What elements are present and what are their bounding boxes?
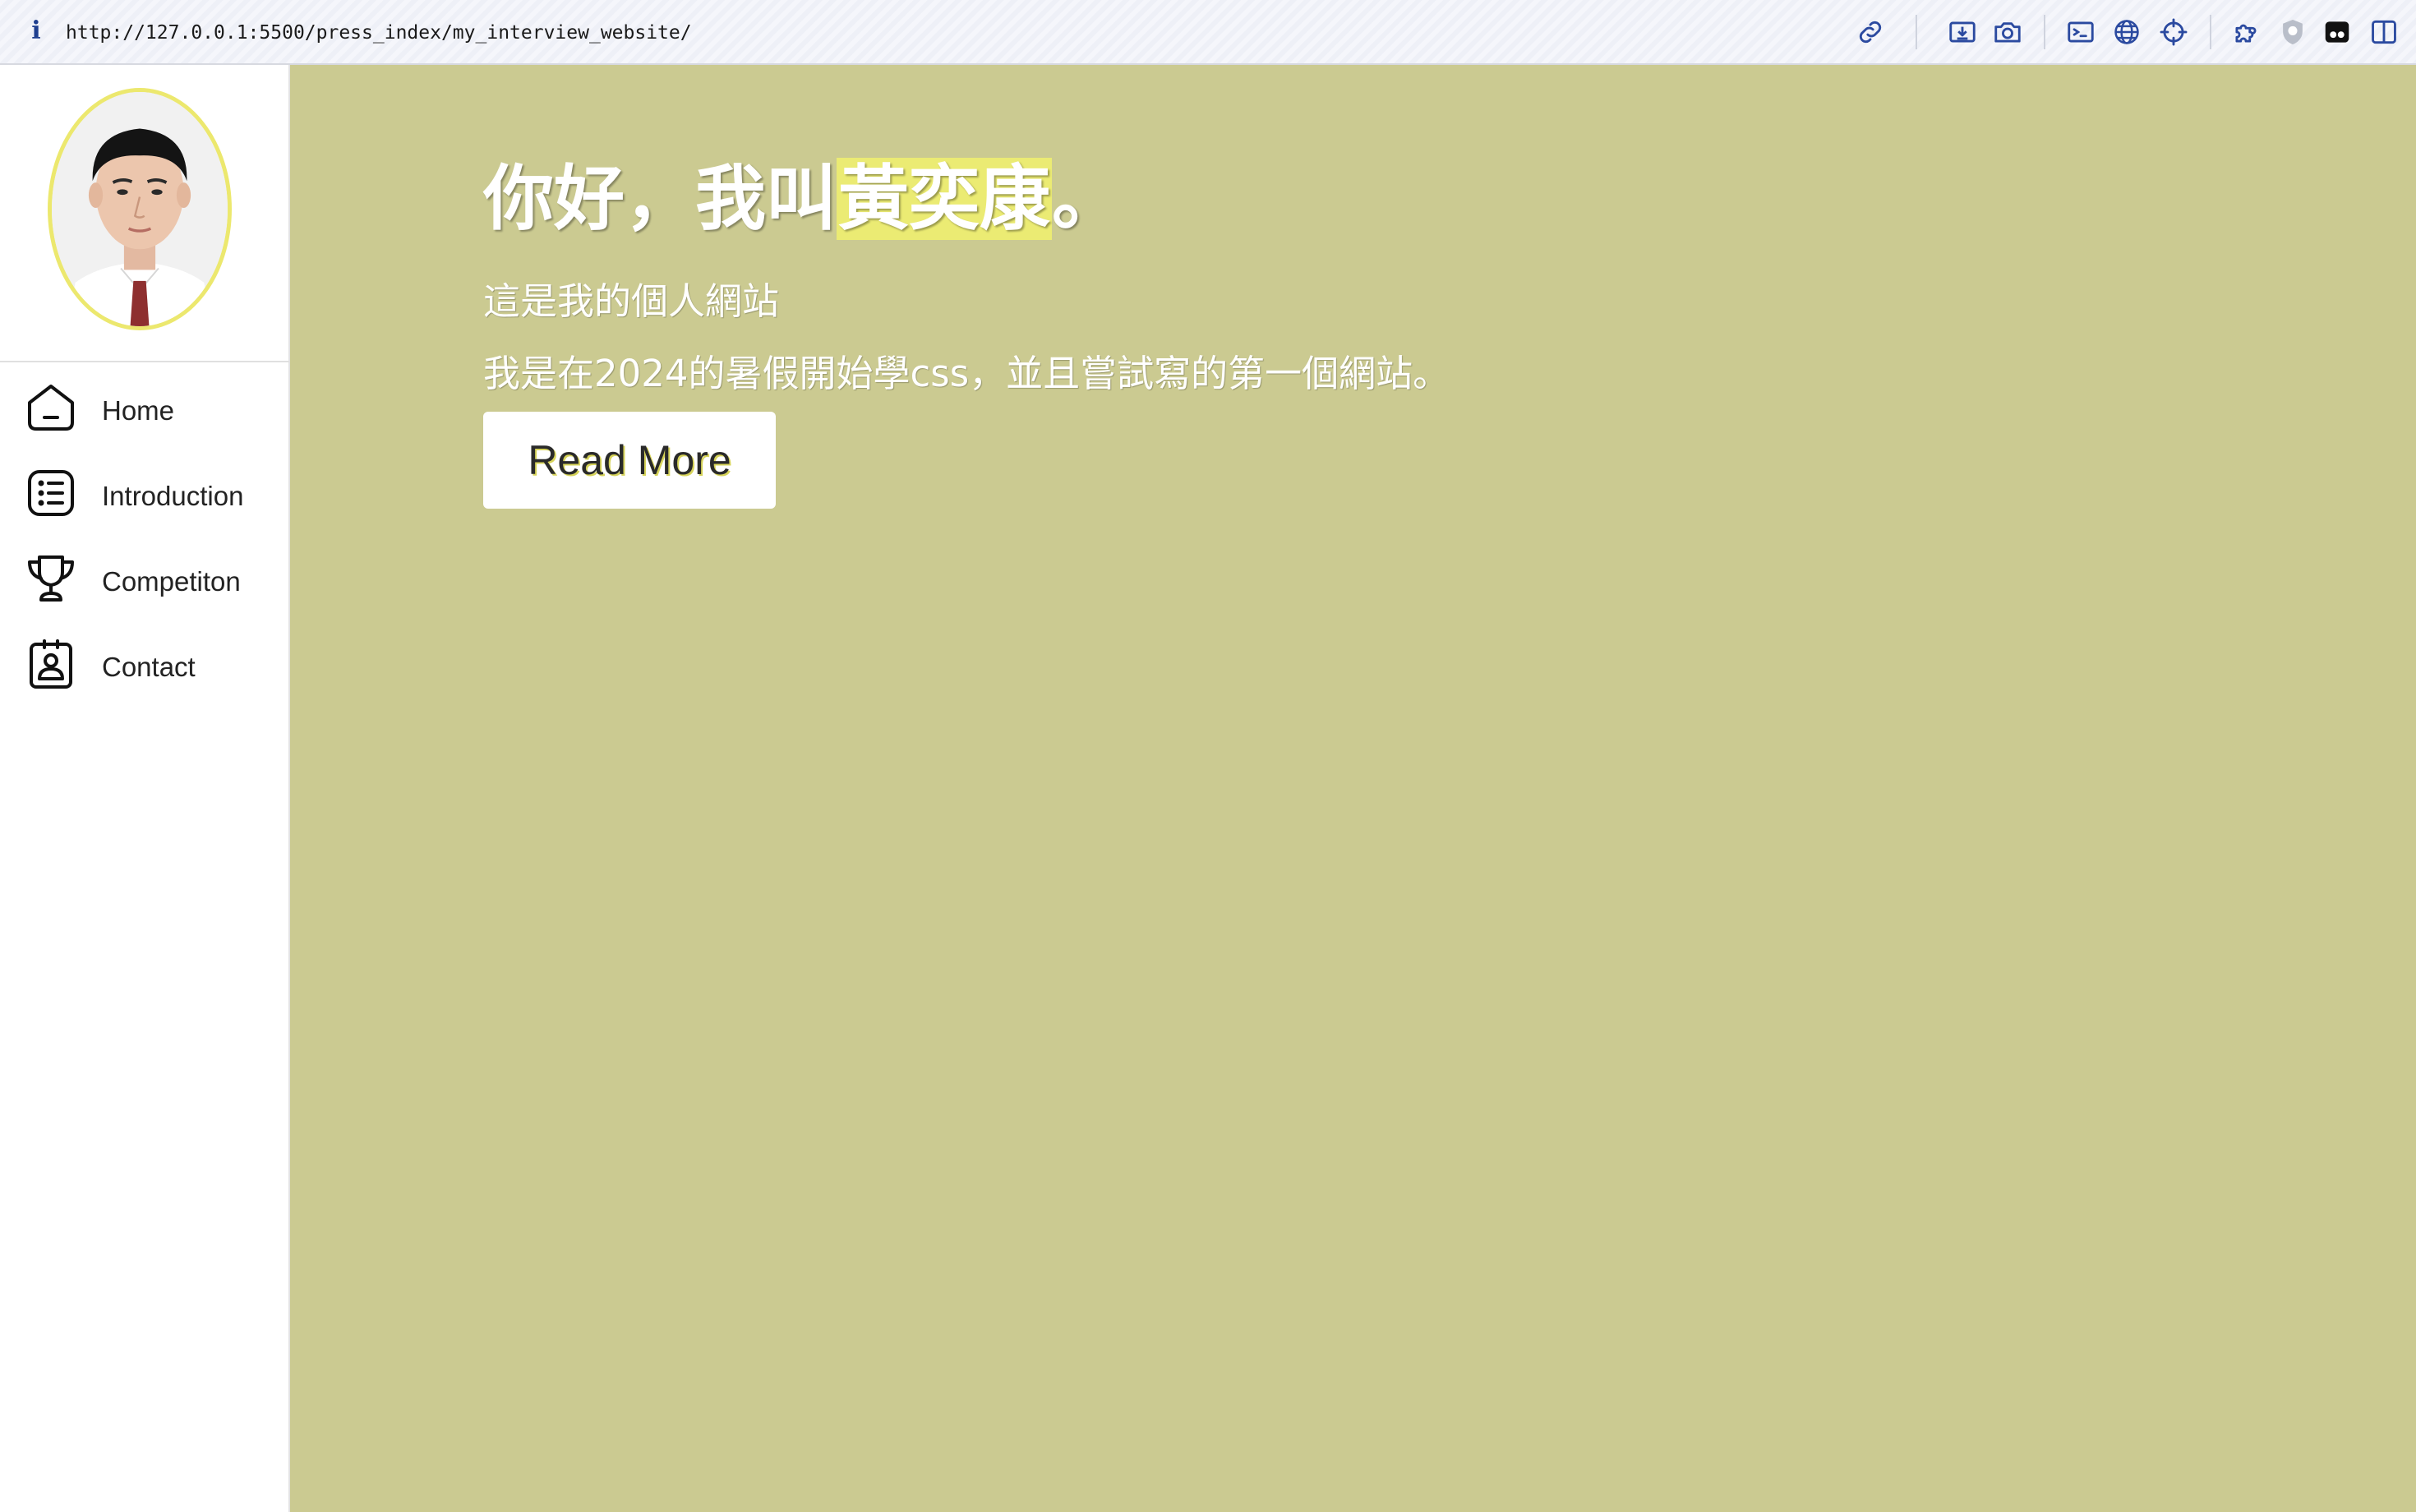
read-more-button[interactable]: Read More: [483, 412, 776, 509]
highlighted-name: 黃奕康: [837, 158, 1052, 240]
info-icon[interactable]: i: [26, 16, 46, 46]
avatar: [48, 88, 232, 330]
browser-toolbar: i http://127.0.0.1:5500/press_index/my_i…: [0, 0, 2416, 65]
home-icon: [25, 381, 77, 434]
camera-icon[interactable]: [1992, 16, 2023, 48]
headline-period: 。: [1052, 158, 1123, 240]
sidebar-item-label: Contact: [102, 652, 196, 682]
puzzle-icon[interactable]: [2230, 16, 2262, 48]
sidebar-item-introduction[interactable]: Introduction: [0, 455, 288, 529]
shield-icon[interactable]: [2277, 16, 2308, 48]
intro-line-2: 我是在2024的暑假開始學css，並且嘗試寫的第一個網站。: [483, 352, 1450, 395]
headline-greeting: 你好，我叫: [483, 158, 837, 240]
toolbar-separator: [2044, 15, 2045, 49]
page-title: 你好，我叫黃奕康。: [483, 154, 1123, 244]
terminal-icon[interactable]: [2065, 16, 2096, 48]
contact-card-icon: [25, 638, 77, 690]
trophy-icon: [25, 552, 77, 605]
sidebar-item-home[interactable]: Home: [0, 370, 288, 444]
sidebar: Home Introduction Competiton Contact: [0, 65, 290, 1512]
crosshair-icon[interactable]: [2158, 16, 2189, 48]
sidebar-item-contact[interactable]: Contact: [0, 626, 288, 700]
globe-icon[interactable]: [2111, 16, 2142, 48]
extension-icon[interactable]: [2321, 16, 2353, 48]
link-icon[interactable]: [1855, 16, 1886, 48]
download-icon[interactable]: [1947, 16, 1978, 48]
sidebar-item-label: Competiton: [102, 566, 241, 597]
toolbar-separator: [2210, 15, 2211, 49]
sidebar-item-competiton[interactable]: Competiton: [0, 541, 288, 615]
sidebar-divider: [0, 361, 290, 362]
sidebar-item-label: Home: [102, 395, 175, 426]
address-bar-url[interactable]: http://127.0.0.1:5500/press_index/my_int…: [66, 18, 692, 48]
sidebar-item-label: Introduction: [102, 481, 244, 511]
list-icon: [25, 467, 77, 519]
split-view-icon[interactable]: [2368, 16, 2400, 48]
intro-line-1: 這是我的個人網站: [483, 279, 780, 323]
toolbar-separator: [1916, 15, 1917, 49]
hero-section: 你好，我叫黃奕康。 這是我的個人網站 我是在2024的暑假開始學css，並且嘗試…: [290, 65, 2416, 1512]
